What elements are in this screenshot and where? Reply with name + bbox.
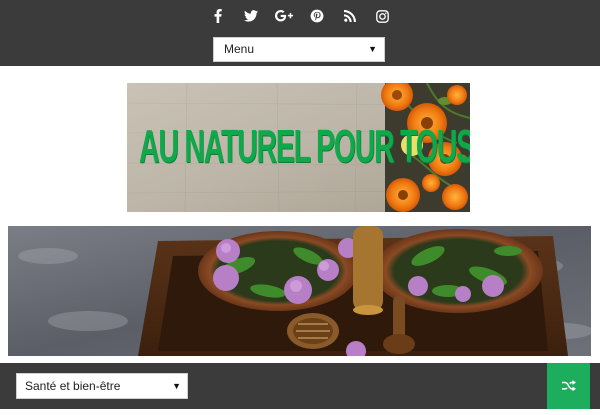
rss-icon[interactable] <box>341 7 359 25</box>
chevron-down-icon: ▼ <box>368 44 377 54</box>
social-icons <box>0 7 600 25</box>
shuffle-icon <box>561 380 576 392</box>
menu-select[interactable]: Menu ▼ <box>213 37 385 62</box>
twitter-icon[interactable] <box>242 7 260 25</box>
pinterest-icon[interactable] <box>308 7 326 25</box>
google-plus-icon[interactable] <box>274 7 293 25</box>
facebook-icon[interactable] <box>209 7 227 25</box>
site-logo[interactable]: AU NATUREL POUR TOUS <box>127 83 470 212</box>
category-select-value: Santé et bien-être <box>25 379 121 393</box>
instagram-icon[interactable] <box>374 7 392 25</box>
banner-image <box>8 226 591 356</box>
logo-text: AU NATUREL POUR TOUS <box>139 120 470 172</box>
header-bar: Menu ▼ <box>0 0 600 66</box>
category-select[interactable]: Santé et bien-être ▼ <box>16 373 188 399</box>
menu-select-label: Menu <box>224 42 255 56</box>
chevron-down-icon: ▼ <box>172 381 181 391</box>
category-bar: Santé et bien-être ▼ <box>0 363 600 409</box>
shuffle-button[interactable] <box>547 363 590 409</box>
